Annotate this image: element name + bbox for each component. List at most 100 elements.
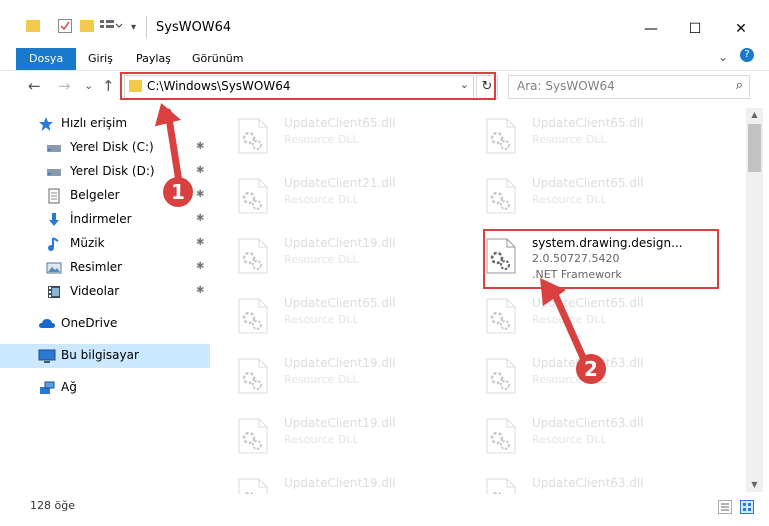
dll-file-icon	[238, 358, 268, 394]
search-icon[interactable]: ⌕	[736, 78, 743, 93]
annotation-badge-1: 1	[163, 177, 193, 207]
file-item[interactable]: UpdateClient65.dll Resource DLL	[470, 288, 700, 344]
file-name: UpdateClient65.dll	[532, 176, 644, 190]
sidebar-item-onedrive[interactable]: OneDrive	[0, 312, 210, 336]
sidebar-item-this-pc[interactable]: Bu bilgisayar	[0, 344, 210, 368]
file-item[interactable]: UpdateClient65.dll Resource DLL	[222, 288, 452, 344]
sidebar-item-label: Yerel Disk (D:)	[70, 164, 155, 178]
selected-file-highlight-box	[483, 229, 719, 289]
file-description: Resource DLL	[284, 133, 359, 146]
sidebar-item-label: Belgeler	[70, 188, 120, 202]
pin-icon: ✱	[196, 165, 205, 176]
sidebar-item-label: Müzik	[70, 236, 105, 250]
tiles-view-icon[interactable]	[740, 500, 754, 517]
star-icon	[38, 116, 54, 132]
search-box[interactable]: Ara: SysWOW64 ⌕	[508, 75, 750, 99]
file-name: UpdateClient19.dll	[284, 236, 396, 250]
videos-icon	[46, 284, 62, 300]
item-count: 128 öğe	[30, 499, 75, 512]
scroll-up-icon[interactable]: ▲	[746, 108, 763, 122]
sidebar-item-videos[interactable]: Videolar ✱	[0, 280, 210, 304]
dll-file-icon	[486, 358, 516, 394]
ribbon-expand-icon[interactable]: ⌄	[718, 50, 728, 64]
scroll-down-icon[interactable]: ▼	[746, 478, 763, 492]
scrollbar-thumb[interactable]	[748, 124, 761, 172]
sidebar-item-label: Yerel Disk (C:)	[70, 140, 154, 154]
status-bar: 128 öğe	[0, 494, 769, 526]
file-item[interactable]: UpdateClient63.dll Resource DLL	[470, 408, 700, 464]
minimize-button[interactable]: —	[628, 14, 674, 44]
sidebar-item-label: İndirmeler	[70, 212, 132, 226]
cloud-icon	[38, 316, 55, 332]
pin-icon: ✱	[196, 213, 205, 224]
sidebar-item-downloads[interactable]: İndirmeler ✱	[0, 208, 210, 232]
recent-locations-button[interactable]: ⌄	[84, 79, 93, 92]
file-item[interactable]: UpdateClient65.dll Resource DLL	[470, 168, 700, 224]
sidebar-item-network[interactable]: Ağ	[0, 376, 210, 400]
file-item[interactable]: UpdateClient65.dll Resource DLL	[470, 108, 700, 164]
dll-file-icon	[486, 418, 516, 454]
sidebar-item-label: Ağ	[61, 380, 77, 394]
file-name: UpdateClient65.dll	[284, 296, 396, 310]
close-button[interactable]: ✕	[718, 14, 764, 44]
sidebar-item-music[interactable]: Müzik ✱	[0, 232, 210, 256]
file-list: UpdateClient65.dll Resource DLL UpdateClie…	[222, 108, 744, 514]
address-highlight-box	[120, 72, 496, 100]
file-name: UpdateClient21.dll	[284, 176, 396, 190]
ribbon: Dosya Giriş Paylaş Görünüm ⌄ ?	[0, 44, 769, 71]
file-description: Resource DLL	[284, 433, 359, 446]
file-item[interactable]: UpdateClient19.dll Resource DLL	[222, 408, 452, 464]
tab-home[interactable]: Giriş	[78, 48, 123, 70]
dll-file-icon	[238, 118, 268, 154]
pin-icon: ✱	[196, 141, 205, 152]
sidebar-item-disk-c[interactable]: Yerel Disk (C:) ✱	[0, 136, 210, 160]
file-name: UpdateClient19.dll	[284, 416, 396, 430]
network-icon	[38, 380, 55, 396]
file-item[interactable]: UpdateClient65.dll Resource DLL	[222, 108, 452, 164]
file-item[interactable]: UpdateClient19.dll Resource DLL	[222, 228, 452, 284]
details-view-icon[interactable]	[718, 500, 732, 517]
window-title: SysWOW64	[156, 20, 232, 35]
quick-access-dropdown-icon[interactable]: ▾	[131, 22, 136, 33]
pictures-icon	[46, 260, 62, 276]
computer-icon	[38, 348, 56, 364]
search-input[interactable]: Ara: SysWOW64	[517, 79, 615, 93]
file-item[interactable]: UpdateClient21.dll Resource DLL	[222, 168, 452, 224]
up-button[interactable]: ↑	[102, 77, 115, 95]
drive-icon	[46, 140, 62, 156]
file-item[interactable]: UpdateClient19.dll Resource DLL	[222, 348, 452, 404]
tab-share[interactable]: Paylaş	[126, 48, 181, 70]
sidebar-item-label: OneDrive	[61, 316, 118, 330]
dll-file-icon	[486, 298, 516, 334]
tab-view[interactable]: Görünüm	[182, 48, 253, 70]
sidebar-item-pictures[interactable]: Resimler ✱	[0, 256, 210, 280]
pin-icon: ✱	[196, 285, 205, 296]
maximize-button[interactable]: ☐	[672, 14, 718, 44]
back-button[interactable]: ←	[28, 77, 41, 95]
properties-icon[interactable]	[58, 19, 72, 33]
file-description: Resource DLL	[532, 433, 607, 446]
pin-icon: ✱	[196, 261, 205, 272]
title-divider	[146, 16, 147, 38]
tab-file[interactable]: Dosya	[16, 48, 77, 70]
file-description: Resource DLL	[532, 193, 607, 206]
help-icon[interactable]: ?	[740, 48, 754, 62]
file-name: UpdateClient19.dll	[284, 356, 396, 370]
dll-file-icon	[238, 178, 268, 214]
title-bar: ▾ SysWOW64 — ☐ ✕	[0, 0, 769, 44]
dll-file-icon	[238, 298, 268, 334]
annotation-badge-2: 2	[576, 354, 606, 384]
forward-button[interactable]: →	[58, 77, 71, 95]
new-folder-icon[interactable]	[80, 20, 94, 32]
sidebar-item-quick-access[interactable]: Hızlı erişim	[0, 112, 210, 136]
file-name: UpdateClient63.dll	[532, 476, 644, 490]
file-name: UpdateClient65.dll	[284, 116, 396, 130]
customize-icon[interactable]	[100, 19, 123, 33]
dll-file-icon	[486, 118, 516, 154]
pin-icon: ✱	[196, 189, 205, 200]
file-name: UpdateClient65.dll	[532, 116, 644, 130]
file-name: UpdateClient65.dll	[532, 296, 644, 310]
dll-file-icon	[238, 238, 268, 274]
file-description: Resource DLL	[532, 313, 607, 326]
file-name: UpdateClient63.dll	[532, 416, 644, 430]
